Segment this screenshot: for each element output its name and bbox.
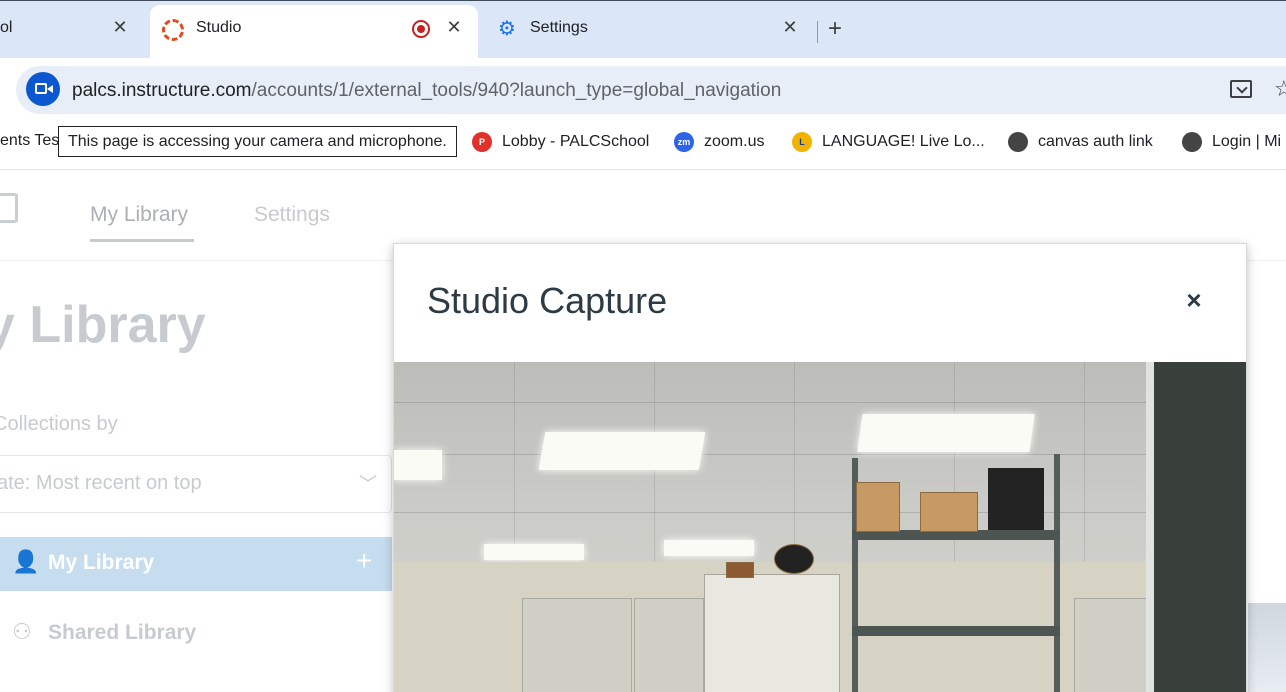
install-app-icon[interactable]	[1230, 80, 1252, 98]
bookmark-item[interactable]: zm zoom.us	[674, 132, 764, 152]
studio-favicon-icon	[162, 19, 184, 41]
page-title: y Library	[0, 296, 206, 354]
tab-title: ol	[0, 19, 13, 36]
tab-studio[interactable]: Studio ✕	[150, 5, 478, 59]
bookmark-label: canvas auth link	[1038, 133, 1153, 150]
studio-logo-icon	[0, 193, 18, 223]
add-collection-button[interactable]: +	[356, 545, 372, 577]
close-icon[interactable]: ×	[1180, 286, 1208, 314]
new-tab-button[interactable]: +	[828, 15, 842, 43]
sidebar-item-label: My Library	[48, 551, 155, 574]
chevron-down-icon: ﹀	[359, 474, 377, 494]
background-panel	[1248, 603, 1286, 692]
tab-previous[interactable]: ol ✕	[0, 5, 150, 59]
bookmark-item[interactable]: canvas auth link	[1008, 132, 1153, 152]
sidebar-item-label: Shared Library	[48, 621, 197, 644]
modal-title: Studio Capture	[427, 280, 668, 321]
bookmark-item[interactable]: L LANGUAGE! Live Lo...	[792, 132, 985, 152]
address-bar[interactable]: palcs.instructure.com/accounts/1/externa…	[16, 66, 1286, 114]
sidebar-item-shared-library[interactable]: ⚇ Shared Library	[0, 607, 392, 661]
tab-close-icon[interactable]: ✕	[780, 17, 800, 38]
globe-icon	[1182, 132, 1202, 152]
tab-strip: ol ✕ Studio ✕ ⚙ Settings ✕ +	[0, 0, 1286, 59]
tab-settings[interactable]: ⚙ Settings ✕	[480, 5, 816, 59]
language-live-icon: L	[792, 132, 812, 152]
sort-label: : Collections by	[0, 413, 118, 435]
studio-capture-modal: Studio Capture ×	[393, 243, 1247, 692]
bookmark-label: Login | Mi	[1212, 133, 1282, 150]
tab-separator	[817, 21, 818, 43]
nav-my-library[interactable]: My Library	[90, 203, 195, 242]
bookmark-star-icon[interactable]: ☆	[1274, 76, 1286, 102]
sidebar-item-my-library[interactable]: 👤 My Library +	[0, 537, 392, 591]
users-icon: ⚇	[12, 619, 32, 644]
url-text[interactable]: palcs.instructure.com/accounts/1/externa…	[72, 80, 781, 102]
cabinet	[704, 574, 840, 692]
sort-select[interactable]: ate: Most recent on top ﹀	[0, 455, 392, 513]
bookmark-item[interactable]: P Lobby - PALCSchool	[472, 132, 649, 152]
camera-body	[35, 83, 47, 94]
tab-close-icon[interactable]: ✕	[444, 17, 464, 38]
url-host: palcs.instructure.com	[72, 80, 252, 101]
bookmark-item[interactable]: Login | Mi	[1182, 132, 1281, 152]
tab-close-icon[interactable]: ✕	[110, 17, 130, 38]
bookmark-label: zoom.us	[704, 133, 765, 150]
bookmark-label: Lobby - PALCSchool	[502, 133, 650, 150]
user-icon: 👤	[12, 549, 40, 574]
gear-icon: ⚙	[498, 18, 516, 40]
globe-icon	[1008, 132, 1028, 152]
bookmark-label: ents Tes	[0, 132, 60, 149]
zoom-icon: zm	[674, 132, 694, 152]
tab-title: Settings	[530, 19, 588, 36]
url-path: /accounts/1/external_tools/940?launch_ty…	[251, 80, 782, 101]
camera-lens	[47, 85, 53, 93]
bookmark-label: LANGUAGE! Live Lo...	[822, 133, 985, 150]
recording-icon	[412, 20, 430, 38]
camera-preview	[394, 362, 1246, 692]
tab-title: Studio	[196, 19, 242, 36]
camera-in-use-icon[interactable]	[26, 72, 60, 106]
p-icon: P	[472, 132, 492, 152]
nav-settings[interactable]: Settings	[254, 203, 330, 227]
bookmark-item[interactable]: ents Tes	[0, 132, 59, 150]
camera-tooltip: This page is accessing your camera and m…	[58, 126, 457, 157]
sort-select-value: ate: Most recent on top	[0, 472, 202, 494]
toolbar: palcs.instructure.com/accounts/1/externa…	[0, 58, 1286, 114]
dark-wall	[1154, 362, 1246, 692]
